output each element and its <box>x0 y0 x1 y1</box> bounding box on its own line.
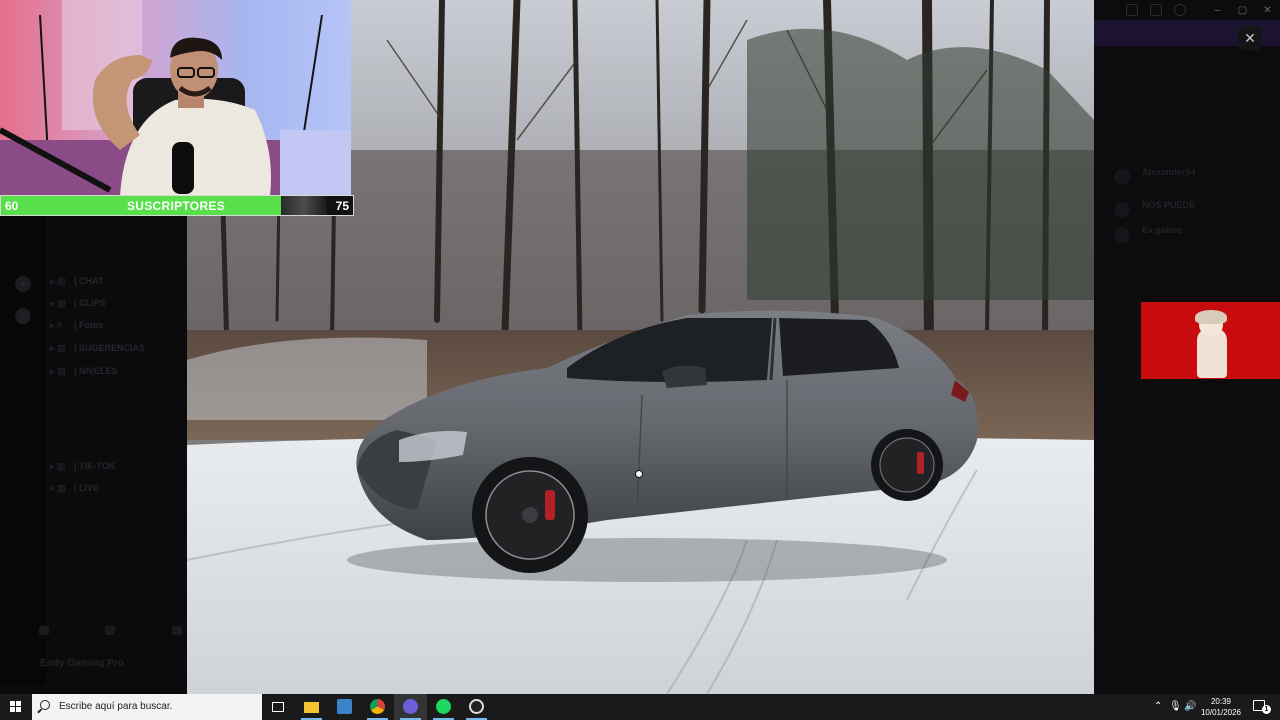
minimize-button[interactable]: – <box>1205 4 1230 18</box>
discord-browser-button[interactable] <box>394 694 427 720</box>
channel-niveles[interactable]: ▸ ▥ | NIVELES <box>50 366 118 380</box>
channel-chat[interactable]: ▸ ▥ | CHAT <box>50 276 103 290</box>
browser-icon <box>403 699 418 714</box>
help-icon[interactable] <box>1174 4 1186 16</box>
avatar <box>1114 169 1130 185</box>
add-server-icon[interactable]: + <box>15 276 31 292</box>
subscriber-goal-bar: 60 SUSCRIPTORES 75 <box>0 195 354 216</box>
chevron-up-icon[interactable]: ⌃ <box>1154 701 1162 712</box>
store-icon <box>337 699 352 714</box>
goal-target-count: 75 <box>335 199 349 213</box>
avatar <box>1114 202 1130 218</box>
explore-icon[interactable]: ◎ <box>15 308 31 324</box>
taskbar: Escribe aquí para buscar. ⌃ 🎙 🔊 20:39 10… <box>0 694 1280 720</box>
maximize-button[interactable]: ▢ <box>1230 4 1255 18</box>
webcam-feed <box>0 0 351 196</box>
streamer-webcam <box>0 0 351 196</box>
goal-label: SUSCRIPTORES <box>126 199 226 213</box>
toolbar-icon[interactable] <box>1150 4 1162 16</box>
mouse-cursor <box>635 470 643 478</box>
file-explorer-button[interactable] <box>295 694 328 720</box>
task-view-icon <box>272 702 284 712</box>
task-view-button[interactable] <box>262 694 295 720</box>
member-item[interactable]: Ex gaboo <box>1114 225 1274 243</box>
character-hair <box>1195 310 1227 324</box>
taskbar-search-box[interactable]: Escribe aquí para buscar. <box>32 694 262 720</box>
volume-icon[interactable]: 🔊 <box>1184 701 1196 712</box>
windows-logo-icon-part <box>16 701 21 706</box>
server-list: + ◎ <box>0 216 46 686</box>
obs-icon <box>469 699 484 714</box>
clock-date: 10/01/2026 <box>1200 708 1242 717</box>
notification-badge: 1 <box>1262 705 1271 714</box>
folder-icon <box>304 702 319 713</box>
spotify-button[interactable] <box>427 694 460 720</box>
windows-logo-icon <box>10 701 15 706</box>
clock-time: 20:39 <box>1210 697 1232 706</box>
close-window-button[interactable]: ✕ <box>1255 4 1280 18</box>
obs-button[interactable] <box>460 694 493 720</box>
search-placeholder: Escribe aquí para buscar. <box>59 701 173 712</box>
system-clock[interactable]: 20:39 10/01/2026 <box>1198 696 1244 718</box>
channel-sugerencias[interactable]: ▸ ▥ | SUGERENCIAS <box>50 343 145 357</box>
member-item[interactable]: Alexander04 <box>1114 167 1274 185</box>
mic-icon[interactable] <box>39 626 49 635</box>
microphone-icon[interactable]: 🎙 <box>1169 701 1182 712</box>
windows-logo-icon-part <box>16 707 21 712</box>
window-controls: – ▢ ✕ <box>1205 4 1280 18</box>
channel-tiktok[interactable]: ▸ ▥ | TIK-TOK <box>50 461 115 475</box>
channel-clips[interactable]: ▸ ▥ | CLIPS <box>50 298 106 312</box>
toolbar-icon[interactable] <box>1126 4 1138 16</box>
member-item[interactable]: NOS PUEDE <box>1114 200 1274 218</box>
headset-icon[interactable] <box>105 626 115 635</box>
store-button[interactable] <box>328 694 361 720</box>
chrome-button[interactable] <box>361 694 394 720</box>
spotify-icon <box>436 699 451 714</box>
screen: + ◎ ▸ ▥ | CHAT ▸ ▥ | CLIPS ▸ # | Fotos ▸ ▥ |… <box>0 0 1280 720</box>
channel-live[interactable]: ▸ ▥ | LIVE <box>50 483 99 497</box>
popup-preview-thumbnail[interactable] <box>1141 302 1280 379</box>
windows-logo-icon-part <box>10 707 15 712</box>
search-icon <box>40 700 50 710</box>
start-button[interactable] <box>0 694 32 720</box>
avatar <box>1114 227 1130 243</box>
channel-fotos[interactable]: ▸ # | Fotos <box>50 320 104 334</box>
close-viewer-button[interactable]: ✕ <box>1238 26 1262 50</box>
chrome-icon <box>370 699 385 714</box>
settings-icon[interactable] <box>172 626 182 635</box>
user-name: Endy Gaming Pro <box>40 658 124 669</box>
